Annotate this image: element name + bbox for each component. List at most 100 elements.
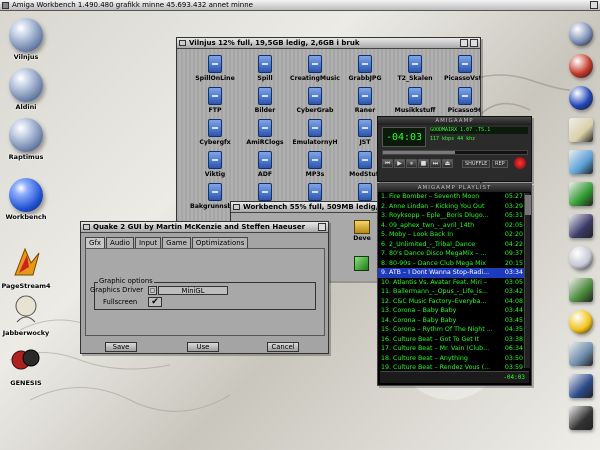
- drawer-icon[interactable]: T2_Skalen: [390, 55, 440, 82]
- shuffle-button[interactable]: SHUFFLE: [462, 160, 491, 168]
- popup-icon[interactable]: ▢: [148, 286, 157, 295]
- depth-gadget-icon[interactable]: [470, 39, 478, 47]
- playlist-item[interactable]: 2. Anne Lindan – Kicking You Out 03:29: [378, 202, 524, 212]
- close-icon[interactable]: [83, 224, 90, 230]
- pause-icon[interactable]: ⏸: [406, 159, 417, 168]
- blue-sphere-icon[interactable]: [569, 86, 593, 110]
- tab-gfx[interactable]: Gfx: [85, 237, 106, 248]
- recycle-icon[interactable]: [569, 374, 593, 398]
- depth-gadget-icon[interactable]: [318, 223, 326, 231]
- playlist-item[interactable]: 4. 09_aphex_twn_-_avril_14th 02:05: [378, 221, 524, 231]
- fullscreen-checkbox[interactable]: ✔: [148, 297, 162, 307]
- playlist-item[interactable]: 3. Royksopp – Eple__Boris Dlugo... 05:31: [378, 211, 524, 221]
- screen-title-bar[interactable]: Amiga Workbench 1.490.480 grafikk minne …: [0, 0, 600, 11]
- penguin-icon[interactable]: [569, 214, 593, 238]
- amigaamp-player[interactable]: AMIGAAMP -04:03 GOODMAIRX 1.07 .TS.1 117…: [377, 116, 532, 182]
- playlist-item[interactable]: 16. Culture Beat – Got To Get It 03:38: [378, 335, 524, 345]
- drawer-icon-deve[interactable]: Deve: [344, 220, 380, 242]
- drawer-icon[interactable]: PicassoVstu: [440, 55, 480, 82]
- use-button[interactable]: Use: [187, 342, 219, 352]
- playlist-item[interactable]: 8. 80-90s – Dance Club Mega Mix 20:15: [378, 259, 524, 269]
- playlist-item[interactable]: 14. Corona – Baby Baby 03:45: [378, 316, 524, 326]
- window-title-bar[interactable]: Workbench 55% full, 509MB ledig, 61: [231, 202, 379, 213]
- green-cube-icon[interactable]: [354, 256, 369, 271]
- playlist-item[interactable]: 12. C&C Music Factory–Everyba... 04:08: [378, 297, 524, 307]
- drawer-icon-glyph: [208, 119, 222, 137]
- globe-icon[interactable]: [569, 22, 593, 46]
- playlist-item[interactable]: 17. Culture Beat – Mr. Vain (Club... 06:3…: [378, 344, 524, 354]
- tab-game[interactable]: Game: [162, 237, 191, 248]
- drawer-icon[interactable]: AmiRClogs: [240, 119, 290, 146]
- red-globe-icon[interactable]: [569, 54, 593, 78]
- green-box-icon[interactable]: [569, 182, 593, 206]
- playlist-item[interactable]: 1. Fire Bomber – Seventh Moon 05:27: [378, 192, 524, 202]
- depth-gadget-icon[interactable]: [590, 1, 598, 9]
- drawer-icon[interactable]: Raner: [340, 87, 390, 114]
- next-icon[interactable]: ⏭: [430, 159, 441, 168]
- drawer-icon[interactable]: GrabbJPG: [340, 55, 390, 82]
- quake-gui-window[interactable]: Quake 2 GUI by Martin McKenzie and Steff…: [80, 221, 329, 354]
- desktop-icon-raptimus[interactable]: Raptimus: [1, 118, 51, 161]
- playlist-item[interactable]: 7. 80's Dance Disco MegaMix – ... 09:37: [378, 249, 524, 259]
- drawer-icon[interactable]: Bilder: [240, 87, 290, 114]
- time-display[interactable]: -04:03: [382, 127, 426, 147]
- landscape-icon[interactable]: [569, 278, 593, 302]
- playlist-item[interactable]: 15. Corona – Rythm Of The Night ... 04:35: [378, 325, 524, 335]
- drawer-icon[interactable]: SpillOnLine: [190, 55, 240, 82]
- tools-icon[interactable]: [569, 150, 593, 174]
- drawer-icon[interactable]: MP3s: [290, 151, 340, 178]
- desktop-icon-jabberwocky[interactable]: Jabberwocky: [1, 292, 51, 337]
- bird-icon[interactable]: [569, 342, 593, 366]
- stop-icon[interactable]: ■: [418, 159, 429, 168]
- tab-audio[interactable]: Audio: [106, 237, 134, 248]
- save-button[interactable]: Save: [105, 342, 137, 352]
- cancel-button[interactable]: Cancel: [267, 342, 299, 352]
- letter-p-icon[interactable]: [569, 406, 593, 430]
- player-title[interactable]: AMIGAAMP: [378, 117, 531, 125]
- playlist-item[interactable]: 9. ATB – I Dont Wanna Stop-Radi... 03:34: [378, 268, 524, 278]
- desktop-icon-pagestream4[interactable]: PageStream4: [1, 245, 51, 290]
- drawer-icon[interactable]: EmulatornyH: [290, 119, 340, 146]
- previous-icon[interactable]: ⏮: [382, 159, 393, 168]
- desktop-icon-vilnjus[interactable]: Vilnjus: [1, 18, 51, 61]
- drawer-icon[interactable]: Cybergfx: [190, 119, 240, 146]
- drawer-icon[interactable]: Picasso96: [440, 87, 480, 114]
- note-icon[interactable]: [569, 118, 593, 142]
- graphics-driver-cycle[interactable]: MiniGL: [158, 286, 228, 295]
- eject-icon[interactable]: ⏏: [442, 159, 453, 168]
- zoom-gadget-icon[interactable]: [460, 39, 468, 47]
- drawer-icon[interactable]: CreatingMusic: [290, 55, 340, 82]
- drawer-icon-glyph: [308, 119, 322, 137]
- close-icon[interactable]: [2, 2, 9, 9]
- scrollbar-knob[interactable]: [525, 195, 531, 215]
- drawer-icon[interactable]: Musikkstuff: [390, 87, 440, 114]
- repeat-button[interactable]: REP: [492, 160, 508, 168]
- desktop-icon-genesis[interactable]: GENESIS: [1, 342, 51, 387]
- desktop-icon-workbench[interactable]: Workbench: [1, 178, 51, 221]
- playlist-item[interactable]: 11. Ballermann_-_Opus_-_Life_is... 03:42: [378, 287, 524, 297]
- smiley-icon[interactable]: [569, 310, 593, 334]
- drawer-icon[interactable]: Spill: [240, 55, 290, 82]
- seek-bar[interactable]: [382, 150, 528, 155]
- close-icon[interactable]: [179, 40, 186, 46]
- playlist-title[interactable]: AMIGAAMP PLAYLIST: [378, 184, 531, 192]
- window-title-bar[interactable]: Quake 2 GUI by Martin McKenzie and Steff…: [81, 222, 328, 233]
- playlist-item[interactable]: 5. Moby – Look Back In 02:20: [378, 230, 524, 240]
- playlist-item[interactable]: 13. Corona – Baby Baby 03:44: [378, 306, 524, 316]
- tab-optimizations[interactable]: Optimizations: [191, 237, 249, 248]
- close-icon[interactable]: [233, 204, 240, 210]
- cd-icon[interactable]: [569, 246, 593, 270]
- window-title-bar[interactable]: Vilnjus 12% full, 19,5GB ledig, 2,6GB i …: [177, 38, 480, 49]
- amigaamp-playlist[interactable]: AMIGAAMP PLAYLIST 1. Fire Bomber – Seven…: [377, 183, 532, 386]
- playlist-item[interactable]: 6. 2_Unlimited_-_Tribal_Dance 04:22: [378, 240, 524, 250]
- desktop-icon-aldini[interactable]: Aldini: [1, 68, 51, 111]
- drawer-icon[interactable]: FTP: [190, 87, 240, 114]
- drawer-icon[interactable]: Viktig: [190, 151, 240, 178]
- playlist-item[interactable]: 10. Atlantis Vs. Avatar Feat. Miri – 03:0…: [378, 278, 524, 288]
- drawer-icon[interactable]: CyberGrab: [290, 87, 340, 114]
- play-icon[interactable]: ▶: [394, 159, 405, 168]
- drawer-icon[interactable]: ADF: [240, 151, 290, 178]
- playlist-item[interactable]: 18. Culture Beat – Anything 03:50: [378, 354, 524, 364]
- tab-input[interactable]: Input: [134, 237, 162, 248]
- playlist-scrollbar[interactable]: [524, 193, 531, 368]
